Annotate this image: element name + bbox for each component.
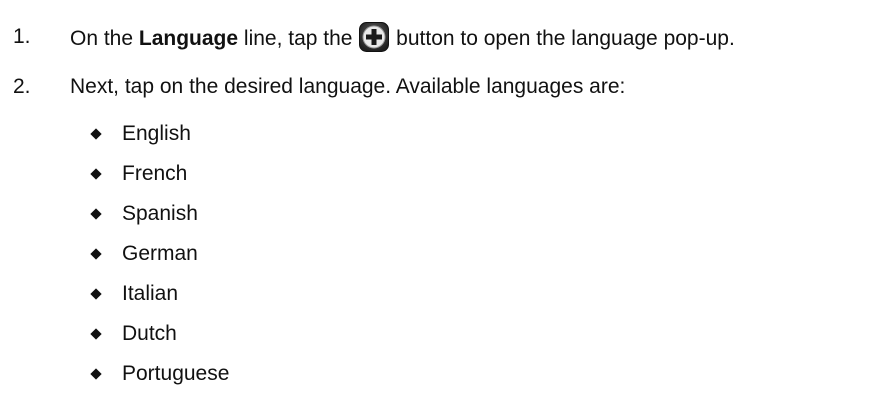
diamond-bullet-icon (90, 288, 102, 300)
language-name: French (122, 162, 188, 185)
diamond-bullet-icon (90, 208, 102, 220)
diamond-bullet-icon (90, 368, 102, 380)
language-name: German (122, 242, 198, 265)
diamond-bullet-icon (90, 248, 102, 260)
language-keyword: Language (138, 27, 239, 50)
step-text-after: button to open the language pop-up. (390, 27, 735, 50)
step-number: 2. (13, 75, 31, 98)
plus-circle-icon (359, 22, 390, 52)
diamond-bullet-icon (90, 128, 102, 140)
language-name: Spanish (122, 202, 198, 225)
step-text: Next, tap on the desired language. Avail… (70, 75, 626, 98)
step-number: 1. (13, 25, 31, 48)
diamond-bullet-icon (90, 168, 102, 180)
diamond-bullet-icon (90, 328, 102, 340)
language-name: Portuguese (122, 362, 230, 385)
language-name: Italian (122, 282, 179, 305)
step-text: On the Language line, tap the button to … (70, 22, 735, 54)
step-text-middle: line, tap the (238, 27, 359, 50)
language-name: Dutch (122, 322, 177, 345)
language-name: English (122, 122, 191, 145)
step-text-before: On the (70, 27, 139, 50)
